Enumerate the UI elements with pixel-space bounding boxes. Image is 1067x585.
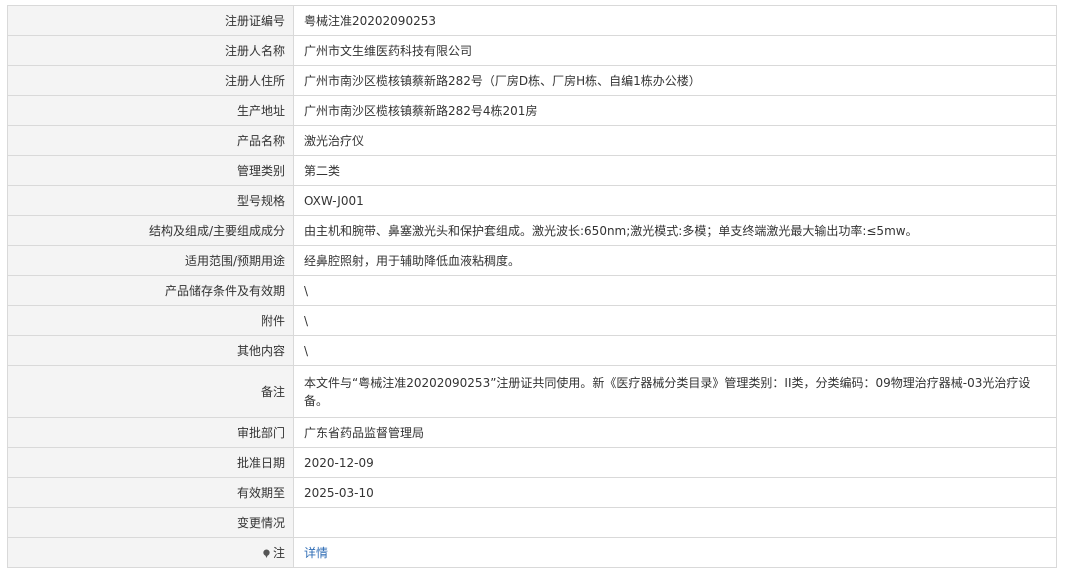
row-value: 经鼻腔照射，用于辅助降低血液粘稠度。 bbox=[293, 245, 1057, 276]
row-value: 粤械注准20202090253 bbox=[293, 5, 1057, 36]
row-label: 审批部门 bbox=[7, 417, 294, 448]
row-value: OXW-J001 bbox=[293, 185, 1057, 216]
row-label: 备注 bbox=[7, 365, 294, 418]
row-value: \ bbox=[293, 275, 1057, 306]
row-value: 广州市文生维医药科技有限公司 bbox=[293, 35, 1057, 66]
row-label: 其他内容 bbox=[7, 335, 294, 366]
table-row-registrant-name: 注册人名称 广州市文生维医药科技有限公司 bbox=[7, 35, 1057, 66]
table-row-registrant-address: 注册人住所 广州市南沙区榄核镇蔡新路282号（厂房D栋、厂房H栋、自编1栋办公楼… bbox=[7, 65, 1057, 96]
row-label: 管理类别 bbox=[7, 155, 294, 186]
row-label: 适用范围/预期用途 bbox=[7, 245, 294, 276]
pin-icon bbox=[263, 548, 270, 558]
table-row-product-name: 产品名称 激光治疗仪 bbox=[7, 125, 1057, 156]
note-label-cell: 注 bbox=[7, 537, 294, 568]
row-value: \ bbox=[293, 305, 1057, 336]
row-label: 产品储存条件及有效期 bbox=[7, 275, 294, 306]
table-row-attachments: 附件 \ bbox=[7, 305, 1057, 336]
row-label: 生产地址 bbox=[7, 95, 294, 126]
row-value bbox=[293, 507, 1057, 538]
row-value: 2025-03-10 bbox=[293, 477, 1057, 508]
table-row-intended-use: 适用范围/预期用途 经鼻腔照射，用于辅助降低血液粘稠度。 bbox=[7, 245, 1057, 276]
table-row-valid-until: 有效期至 2025-03-10 bbox=[7, 477, 1057, 508]
table-row-other-content: 其他内容 \ bbox=[7, 335, 1057, 366]
row-value: 2020-12-09 bbox=[293, 447, 1057, 478]
table-row-note: 注 详情 bbox=[7, 537, 1057, 568]
table-row-approval-date: 批准日期 2020-12-09 bbox=[7, 447, 1057, 478]
row-value: 第二类 bbox=[293, 155, 1057, 186]
row-label: 型号规格 bbox=[7, 185, 294, 216]
details-link[interactable]: 详情 bbox=[304, 546, 328, 560]
row-label: 变更情况 bbox=[7, 507, 294, 538]
table-row-change-history: 变更情况 bbox=[7, 507, 1057, 538]
row-value: 广东省药品监督管理局 bbox=[293, 417, 1057, 448]
row-value: 由主机和腕带、鼻塞激光头和保护套组成。激光波长:650nm;激光模式:多模；单支… bbox=[293, 215, 1057, 246]
table-row-registration-number: 注册证编号 粤械注准20202090253 bbox=[7, 5, 1057, 36]
note-value-cell: 详情 bbox=[293, 537, 1057, 568]
row-value: 广州市南沙区榄核镇蔡新路282号（厂房D栋、厂房H栋、自编1栋办公楼） bbox=[293, 65, 1057, 96]
row-value: 广州市南沙区榄核镇蔡新路282号4栋201房 bbox=[293, 95, 1057, 126]
table-row-structure-composition: 结构及组成/主要组成成分 由主机和腕带、鼻塞激光头和保护套组成。激光波长:650… bbox=[7, 215, 1057, 246]
row-value: 本文件与“粤械注准20202090253”注册证共同使用。新《医疗器械分类目录》… bbox=[293, 365, 1057, 418]
row-label: 附件 bbox=[7, 305, 294, 336]
table-row-approval-department: 审批部门 广东省药品监督管理局 bbox=[7, 417, 1057, 448]
registration-detail-table: 注册证编号 粤械注准20202090253 注册人名称 广州市文生维医药科技有限… bbox=[7, 5, 1057, 568]
row-label: 结构及组成/主要组成成分 bbox=[7, 215, 294, 246]
row-value: 激光治疗仪 bbox=[293, 125, 1057, 156]
row-label: 注册人住所 bbox=[7, 65, 294, 96]
table-row-storage-validity: 产品储存条件及有效期 \ bbox=[7, 275, 1057, 306]
table-row-management-category: 管理类别 第二类 bbox=[7, 155, 1057, 186]
row-label: 注册证编号 bbox=[7, 5, 294, 36]
table-row-production-address: 生产地址 广州市南沙区榄核镇蔡新路282号4栋201房 bbox=[7, 95, 1057, 126]
note-label: 注 bbox=[272, 545, 285, 560]
row-label: 有效期至 bbox=[7, 477, 294, 508]
table-row-remarks: 备注 本文件与“粤械注准20202090253”注册证共同使用。新《医疗器械分类… bbox=[7, 365, 1057, 418]
row-label: 注册人名称 bbox=[7, 35, 294, 66]
row-value: \ bbox=[293, 335, 1057, 366]
row-label: 批准日期 bbox=[7, 447, 294, 478]
row-label: 产品名称 bbox=[7, 125, 294, 156]
table-row-model-spec: 型号规格 OXW-J001 bbox=[7, 185, 1057, 216]
